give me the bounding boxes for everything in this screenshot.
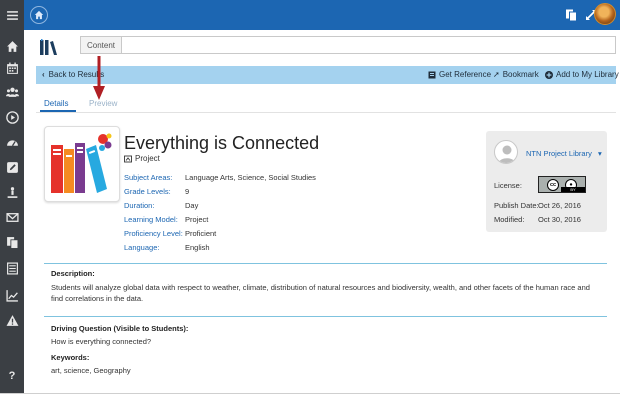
driving-question-text: How is everything connected? [51, 337, 152, 346]
description-heading: Description: [51, 269, 95, 278]
left-sidebar: ? [0, 0, 24, 393]
add-to-library-label: Add to My Library [556, 70, 619, 79]
user-placeholder-icon [498, 145, 516, 163]
add-to-library-button[interactable]: Add to My Library [545, 70, 619, 79]
calendar-icon[interactable] [0, 58, 24, 78]
by-label: BY [561, 187, 585, 192]
meta-value: 9 [185, 187, 190, 196]
keywords-heading: Keywords: [51, 353, 90, 362]
license-label: License: [494, 181, 522, 190]
home-icon [34, 10, 44, 20]
warning-icon[interactable] [0, 310, 24, 330]
author-name-link[interactable]: NTN Project Library [526, 149, 592, 158]
description-text: Students will analyze global data with r… [51, 283, 590, 303]
dashboard-icon[interactable] [0, 132, 24, 152]
play-icon[interactable] [0, 107, 24, 127]
annotation-arrow [93, 56, 105, 100]
resource-title: Everything is Connected [124, 133, 320, 153]
section-divider [44, 316, 607, 317]
copy-icon[interactable] [0, 232, 24, 252]
section-divider [44, 263, 607, 264]
action-bar: ‹ Back to Results Get Reference ➚ Bookma… [36, 66, 619, 84]
chart-icon[interactable] [0, 285, 24, 305]
meta-value: Proficient [185, 229, 217, 238]
resource-thumbnail [44, 126, 120, 202]
meta-value: Project [185, 215, 209, 224]
meta-key: Language: [124, 243, 160, 252]
meta-value: English [185, 243, 210, 252]
chevron-left-icon: ‹ [42, 70, 45, 79]
keywords-text: art, science, Geography [51, 366, 131, 375]
list-icon[interactable] [0, 258, 24, 278]
hamburger-icon[interactable] [0, 5, 24, 25]
resource-type: Project [124, 154, 160, 163]
books-icon [51, 133, 112, 193]
meta-value: Day [185, 201, 199, 210]
home-button[interactable] [30, 6, 48, 24]
app-logo [40, 39, 57, 55]
home-icon[interactable] [0, 36, 24, 56]
get-reference-label: Get Reference [439, 70, 492, 79]
mail-icon[interactable] [0, 207, 24, 227]
project-icon [124, 155, 132, 162]
meta-key: Duration: [124, 201, 155, 210]
meta-key: Proficiency Level: [124, 229, 183, 238]
cc-icon: cc [547, 178, 559, 191]
bookmark-label: Bookmark [502, 70, 539, 79]
resource-type-label: Project [135, 154, 160, 163]
bookmark-button[interactable]: ➚ Bookmark [493, 70, 539, 79]
publish-date-value: Oct 26, 2016 [538, 201, 581, 210]
top-bar [24, 0, 620, 30]
search-input[interactable] [122, 36, 616, 54]
copy-icon[interactable] [564, 8, 578, 22]
meta-key: Learning Model: [124, 215, 178, 224]
content-filter-label[interactable]: Content [80, 36, 122, 54]
driving-question-heading: Driving Question (Visible to Students): [51, 324, 189, 333]
meta-key: Subject Areas: [124, 173, 173, 182]
edit-icon[interactable] [0, 157, 24, 177]
help-icon[interactable]: ? [0, 366, 24, 386]
modified-value: Oct 30, 2016 [538, 215, 581, 224]
chevron-down-icon[interactable]: ▾ [598, 149, 602, 158]
users-icon[interactable] [0, 82, 24, 102]
plus-circle-icon [545, 70, 553, 79]
tab-details[interactable]: Details [44, 99, 68, 108]
author-card: NTN Project Library ▾ License: cc ● BY P… [486, 131, 607, 232]
user-avatar[interactable] [594, 3, 616, 25]
modified-label: Modified: [494, 215, 525, 224]
tab-preview[interactable]: Preview [89, 99, 117, 108]
reference-icon [428, 71, 436, 78]
meta-value: Language Arts, Science, Social Studies [185, 173, 316, 182]
bottom-bar [0, 393, 620, 412]
author-avatar [494, 140, 518, 164]
pin-icon: ➚ [493, 70, 500, 79]
publish-date-label: Publish Date: [494, 201, 539, 210]
get-reference-button[interactable]: Get Reference [428, 70, 491, 79]
tabs-divider [36, 112, 616, 113]
person-download-icon[interactable] [0, 182, 24, 202]
meta-key: Grade Levels: [124, 187, 171, 196]
cc-by-license-badge[interactable]: cc ● BY [538, 176, 586, 193]
